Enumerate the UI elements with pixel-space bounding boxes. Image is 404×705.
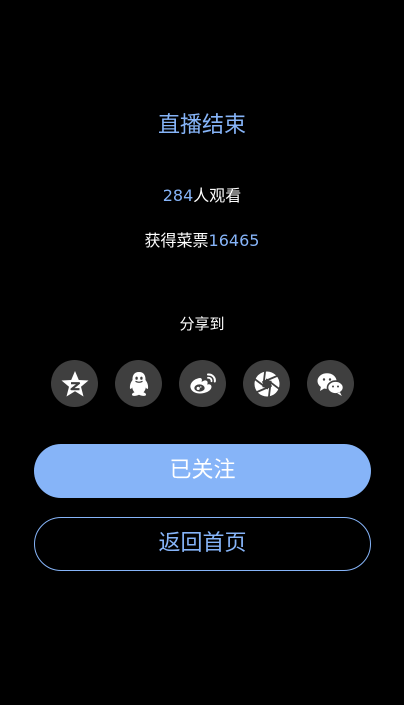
share-weibo-button[interactable] — [179, 360, 226, 407]
share-options — [51, 360, 354, 408]
qq-penguin-icon — [129, 371, 148, 396]
share-wechat-button[interactable] — [307, 360, 354, 407]
viewer-count-line: 284人观看 — [0, 184, 404, 208]
wechat-icon — [317, 372, 344, 396]
share-qq-button[interactable] — [115, 360, 162, 407]
ticket-count-label: 获得菜票 — [144, 231, 209, 250]
back-to-home-button[interactable]: 返回首页 — [34, 517, 371, 571]
weibo-icon — [189, 372, 216, 393]
moments-aperture-icon — [253, 369, 280, 398]
followed-button[interactable]: 已关注 — [34, 444, 371, 498]
viewer-count: 284 — [162, 186, 194, 205]
live-ended-title: 直播结束 — [157, 113, 246, 138]
share-label: 分享到 — [179, 315, 225, 333]
qzone-star-icon — [61, 370, 88, 396]
share-qzone-button[interactable] — [51, 360, 98, 407]
ticket-count: 16465 — [208, 231, 260, 250]
ticket-count-line: 获得菜票16465 — [0, 229, 404, 253]
share-moments-button[interactable] — [243, 360, 290, 407]
viewer-count-label: 人观看 — [193, 186, 242, 205]
